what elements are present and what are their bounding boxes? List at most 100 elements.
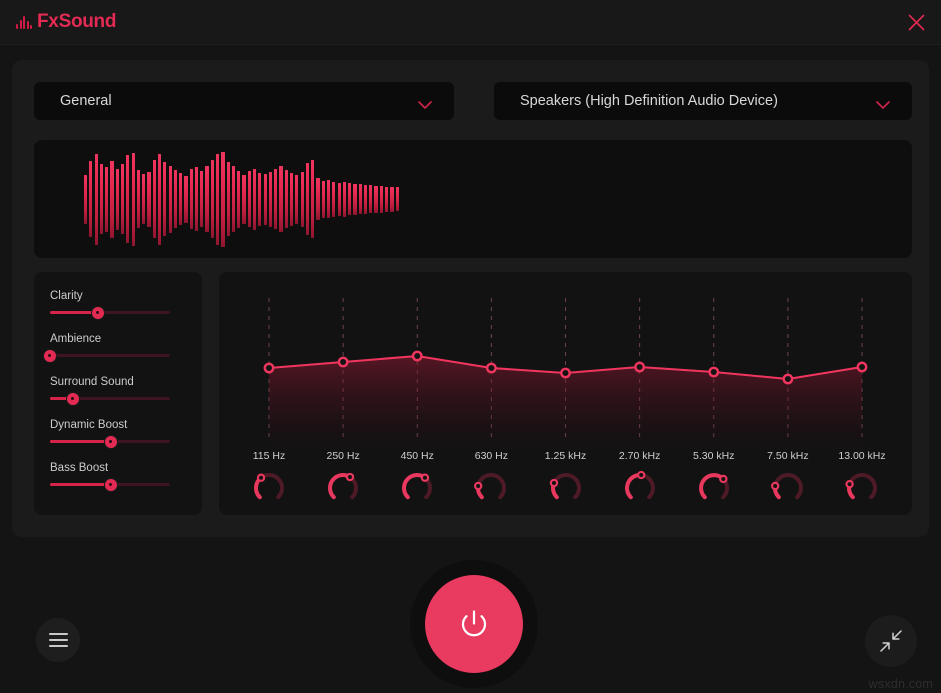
eq-band-point[interactable] xyxy=(337,356,349,368)
waveform-bar xyxy=(332,181,336,217)
slider-surround-sound[interactable]: Surround Sound xyxy=(50,376,186,405)
eq-band-knob[interactable] xyxy=(620,467,660,507)
waveform-bar xyxy=(142,174,146,224)
hamburger-menu-icon xyxy=(48,633,68,647)
waveform-bar xyxy=(258,172,262,226)
slider-ambience-handle[interactable] xyxy=(44,349,56,362)
eq-band-point[interactable] xyxy=(708,366,720,378)
slider-bass-boost-track[interactable] xyxy=(50,478,170,491)
eq-knob-handle[interactable] xyxy=(421,473,430,482)
waveform-bar xyxy=(326,180,331,218)
chevron-down-icon xyxy=(418,97,432,109)
waveform-bar xyxy=(337,182,341,216)
eq-band-point[interactable] xyxy=(485,362,497,374)
eq-band-knob[interactable] xyxy=(323,467,363,507)
eq-band-point[interactable] xyxy=(634,361,646,373)
main-panel: General Speakers (High Definition Audio … xyxy=(12,60,929,537)
eq-band-knob[interactable] xyxy=(397,467,437,507)
eq-knob-handle[interactable] xyxy=(474,481,483,491)
slider-clarity-label: Clarity xyxy=(50,290,83,302)
eq-knob-handle[interactable] xyxy=(345,472,355,482)
collapse-button[interactable] xyxy=(865,615,917,667)
eq-knob-handle[interactable] xyxy=(549,478,558,488)
eq-band: 13.00 kHz xyxy=(826,450,898,512)
eq-band-knob[interactable] xyxy=(694,467,734,507)
waveform-bar xyxy=(184,175,188,223)
waveform-bar xyxy=(120,164,125,234)
waveform-bar xyxy=(237,170,241,228)
preset-dropdown[interactable]: General xyxy=(34,82,454,120)
waveform-bars xyxy=(84,140,894,258)
waveform-bar xyxy=(395,187,399,211)
close-icon[interactable] xyxy=(899,6,933,38)
eq-band-knob[interactable] xyxy=(842,467,882,507)
equalizer-panel: 115 Hz 250 Hz 450 Hz 630 Hz 1.25 kHz 2.70 kHz… xyxy=(219,272,912,515)
menu-button[interactable] xyxy=(36,618,80,662)
waveform-bar xyxy=(263,173,267,225)
waveform-bar xyxy=(300,171,304,227)
waveform-bar xyxy=(168,165,172,233)
waveform-bar xyxy=(221,151,225,247)
waveform-bar xyxy=(216,153,220,245)
app-title: FxSound xyxy=(37,11,117,32)
audio-waveform-visualizer xyxy=(34,140,912,258)
eq-band-point[interactable] xyxy=(263,362,275,374)
waveform-bar xyxy=(136,170,140,228)
power-icon xyxy=(461,610,487,637)
slider-dynamic-boost-handle[interactable] xyxy=(105,435,118,448)
slider-surround-sound-label: Surround Sound xyxy=(50,376,134,388)
waveform-bar xyxy=(179,173,183,225)
slider-bass-boost-handle[interactable] xyxy=(105,478,118,491)
waveform-bar xyxy=(152,160,156,238)
audio-device-dropdown-label: Speakers (High Definition Audio Device) xyxy=(520,93,778,109)
slider-dynamic-boost-track[interactable] xyxy=(50,435,170,448)
power-button[interactable] xyxy=(410,560,538,688)
eq-band-knob[interactable] xyxy=(249,467,289,507)
equalizer-response-graph[interactable] xyxy=(219,272,912,450)
slider-ambience[interactable]: Ambience xyxy=(44,333,186,362)
eq-band-point[interactable] xyxy=(782,373,794,385)
waveform-bar xyxy=(369,185,373,213)
waveform-bar xyxy=(126,155,130,243)
eq-knob-handle[interactable] xyxy=(256,473,266,482)
eq-band-label: 13.00 kHz xyxy=(838,450,886,462)
waveform-bar xyxy=(94,153,98,245)
slider-dynamic-boost[interactable]: Dynamic Boost xyxy=(50,419,186,448)
eq-band-point[interactable] xyxy=(560,367,571,379)
effects-sliders-panel: Clarity Ambience Surround Sound Dynamic Boo… xyxy=(34,272,202,515)
slider-surround-sound-handle[interactable] xyxy=(66,392,79,405)
eq-band-knob[interactable] xyxy=(768,467,808,507)
slider-bass-boost[interactable]: Bass Boost xyxy=(50,462,186,491)
eq-knob-handle[interactable] xyxy=(770,481,780,491)
eq-band-knob[interactable] xyxy=(546,467,586,507)
chevron-down-icon xyxy=(876,97,890,109)
waveform-bar xyxy=(295,174,299,224)
eq-band-point[interactable] xyxy=(856,361,868,373)
eq-band: 2.70 kHz xyxy=(604,450,676,512)
waveform-bar xyxy=(311,160,315,238)
slider-ambience-track[interactable] xyxy=(44,349,170,362)
slider-ambience-label: Ambience xyxy=(50,333,102,345)
waveform-bar xyxy=(84,174,88,224)
eq-knob-handle[interactable] xyxy=(845,479,854,489)
waveform-bar xyxy=(110,160,114,238)
slider-clarity-track[interactable] xyxy=(50,306,170,319)
eq-band-point[interactable] xyxy=(411,350,423,362)
slider-clarity[interactable]: Clarity xyxy=(50,290,186,319)
audio-device-dropdown[interactable]: Speakers (High Definition Audio Device) xyxy=(494,82,912,120)
slider-clarity-handle[interactable] xyxy=(92,306,104,319)
eq-knob-handle[interactable] xyxy=(636,470,646,480)
slider-surround-sound-track[interactable] xyxy=(50,392,170,405)
equalizer-band-controls: 115 Hz 250 Hz 450 Hz 630 Hz 1.25 kHz 2.70 kHz… xyxy=(219,450,912,515)
waveform-bar xyxy=(289,172,294,226)
eq-knob-handle[interactable] xyxy=(718,474,728,484)
slider-bass-boost-label: Bass Boost xyxy=(50,462,109,474)
eq-band-label: 2.70 kHz xyxy=(618,450,661,462)
waveform-bar xyxy=(99,164,104,234)
collapse-arrows-icon xyxy=(880,630,902,652)
eq-band-knob[interactable] xyxy=(471,467,511,507)
waveform-bar xyxy=(194,167,199,231)
watermark: wsxdn.com xyxy=(868,677,933,691)
eq-band: 250 Hz xyxy=(307,450,379,512)
waveform-bar xyxy=(353,183,357,215)
